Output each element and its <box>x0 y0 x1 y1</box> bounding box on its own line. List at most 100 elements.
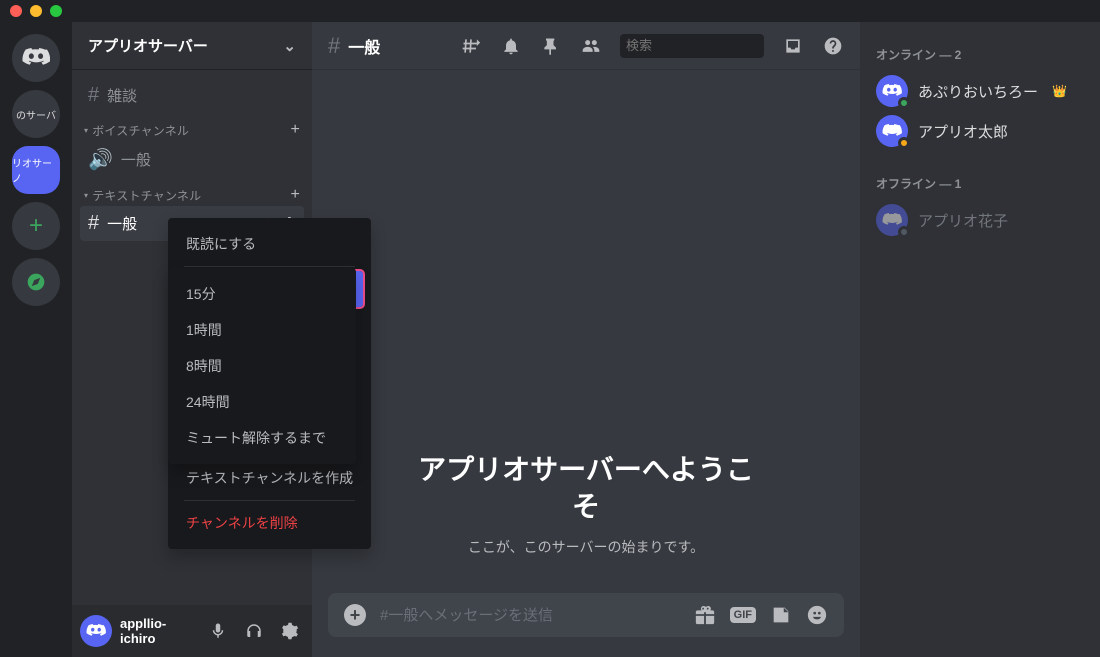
welcome-title: アプリオサーバーへようこ そ <box>328 452 844 525</box>
window-minimize-button[interactable] <box>30 5 42 17</box>
gear-icon <box>281 622 299 640</box>
members-button[interactable] <box>580 35 602 57</box>
members-sidebar: オンライン — 2 あぷりおいちろー 👑 アプリオ太郎 オフライン — 1 アプ… <box>860 22 1100 657</box>
category-label: テキストチャンネル <box>92 187 201 204</box>
ctx-create-text-channel[interactable]: テキストチャンネルを作成 <box>176 460 363 496</box>
sticker-button[interactable] <box>770 604 792 626</box>
member-item[interactable]: アプリオ太郎 <box>868 111 1092 151</box>
server-name: アプリオサーバー <box>88 35 208 56</box>
pin-icon <box>541 36 561 56</box>
home-button[interactable] <box>12 34 60 82</box>
message-area: アプリオサーバーへようこ そ ここが、このサーバーの始まりです。 <box>312 70 860 593</box>
threads-icon <box>461 36 481 56</box>
window-close-button[interactable] <box>10 5 22 17</box>
speaker-icon: 🔊 <box>88 147 113 172</box>
member-name: あぷりおいちろー <box>918 81 1038 102</box>
message-input[interactable] <box>380 607 680 624</box>
avatar <box>876 75 908 107</box>
offline-header: オフライン — 1 <box>868 167 1092 200</box>
gift-icon <box>694 604 716 626</box>
gift-button[interactable] <box>694 604 716 626</box>
help-icon <box>823 36 843 56</box>
channel-title: 一般 <box>348 34 380 58</box>
mute-1hour[interactable]: 1時間 <box>176 312 348 348</box>
discord-logo-icon <box>22 48 50 68</box>
hash-icon: # <box>328 33 340 59</box>
user-avatar[interactable] <box>80 615 112 647</box>
emoji-button[interactable] <box>806 604 828 626</box>
compass-icon <box>26 272 46 292</box>
avatar <box>876 115 908 147</box>
channel-chitchat[interactable]: # 雑談 <box>80 78 304 113</box>
mic-button[interactable] <box>204 617 232 645</box>
emoji-icon <box>806 604 828 626</box>
add-channel-button[interactable]: + <box>290 186 300 204</box>
channel-header: # 一般 <box>312 22 860 70</box>
chevron-down-icon: ▾ <box>84 191 88 200</box>
server-icon-active[interactable]: リオサーノ <box>12 146 60 194</box>
hash-icon: # <box>88 212 99 235</box>
channel-label: 雑談 <box>107 85 137 106</box>
mute-duration-submenu: 15分 1時間 8時間 24時間 ミュート解除するまで <box>168 268 356 464</box>
threads-button[interactable] <box>460 35 482 57</box>
welcome-subtitle: ここが、このサーバーの始まりです。 <box>328 537 844 557</box>
hash-icon: # <box>88 84 99 107</box>
welcome-message: アプリオサーバーへようこ そ ここが、このサーバーの始まりです。 <box>328 452 844 577</box>
text-category[interactable]: ▾ テキストチャンネル + <box>80 178 304 206</box>
status-offline-icon <box>898 226 910 238</box>
servers-sidebar: のサーバ リオサーノ + <box>0 22 72 657</box>
mute-until-unmute[interactable]: ミュート解除するまで <box>176 420 348 456</box>
search-input[interactable] <box>626 38 802 53</box>
mute-15min[interactable]: 15分 <box>176 276 348 312</box>
discord-logo-icon <box>86 624 106 638</box>
pinned-button[interactable] <box>540 35 562 57</box>
member-item[interactable]: あぷりおいちろー 👑 <box>868 71 1092 111</box>
main-content: # 一般 アプリオサーバーへようこ そ ここ <box>312 22 860 657</box>
window-zoom-button[interactable] <box>50 5 62 17</box>
headphones-icon <box>245 622 263 640</box>
mic-icon <box>209 622 227 640</box>
voice-category[interactable]: ▾ ボイスチャンネル + <box>80 113 304 141</box>
member-name: アプリオ太郎 <box>918 121 1008 142</box>
status-idle-icon <box>898 137 910 149</box>
ctx-mark-read[interactable]: 既読にする <box>176 226 363 262</box>
attach-button[interactable]: + <box>344 604 366 626</box>
user-panel: appllio-ichiro <box>72 605 312 657</box>
separator <box>184 500 355 501</box>
crown-icon: 👑 <box>1052 84 1067 98</box>
notifications-button[interactable] <box>500 35 522 57</box>
members-icon <box>581 36 601 56</box>
sticker-icon <box>770 604 792 626</box>
channel-label: 一般 <box>121 149 151 170</box>
add-server-button[interactable]: + <box>12 202 60 250</box>
mute-8hour[interactable]: 8時間 <box>176 348 348 384</box>
window-titlebar <box>0 0 1100 22</box>
online-header: オンライン — 2 <box>868 38 1092 71</box>
separator <box>184 266 355 267</box>
help-button[interactable] <box>822 35 844 57</box>
deafen-button[interactable] <box>240 617 268 645</box>
message-input-area: + GIF <box>312 593 860 657</box>
inbox-icon <box>783 36 803 56</box>
search-box[interactable] <box>620 34 764 58</box>
inbox-button[interactable] <box>782 35 804 57</box>
bell-icon <box>501 36 521 56</box>
gif-button[interactable]: GIF <box>730 607 756 623</box>
settings-button[interactable] <box>276 617 304 645</box>
channel-label: 一般 <box>107 213 137 234</box>
member-name: アプリオ花子 <box>918 210 1008 231</box>
chevron-down-icon: ⌄ <box>283 37 296 55</box>
member-item[interactable]: アプリオ花子 <box>868 200 1092 240</box>
avatar <box>876 204 908 236</box>
username: appllio-ichiro <box>120 616 196 646</box>
server-header[interactable]: アプリオサーバー ⌄ <box>72 22 312 70</box>
chevron-down-icon: ▾ <box>84 126 88 135</box>
status-online-icon <box>898 97 910 109</box>
server-icon[interactable]: のサーバ <box>12 90 60 138</box>
voice-channel-general[interactable]: 🔊 一般 <box>80 141 304 178</box>
explore-servers-button[interactable] <box>12 258 60 306</box>
add-channel-button[interactable]: + <box>290 121 300 139</box>
category-label: ボイスチャンネル <box>92 122 189 139</box>
mute-24hour[interactable]: 24時間 <box>176 384 348 420</box>
ctx-delete-channel[interactable]: チャンネルを削除 <box>176 505 363 541</box>
